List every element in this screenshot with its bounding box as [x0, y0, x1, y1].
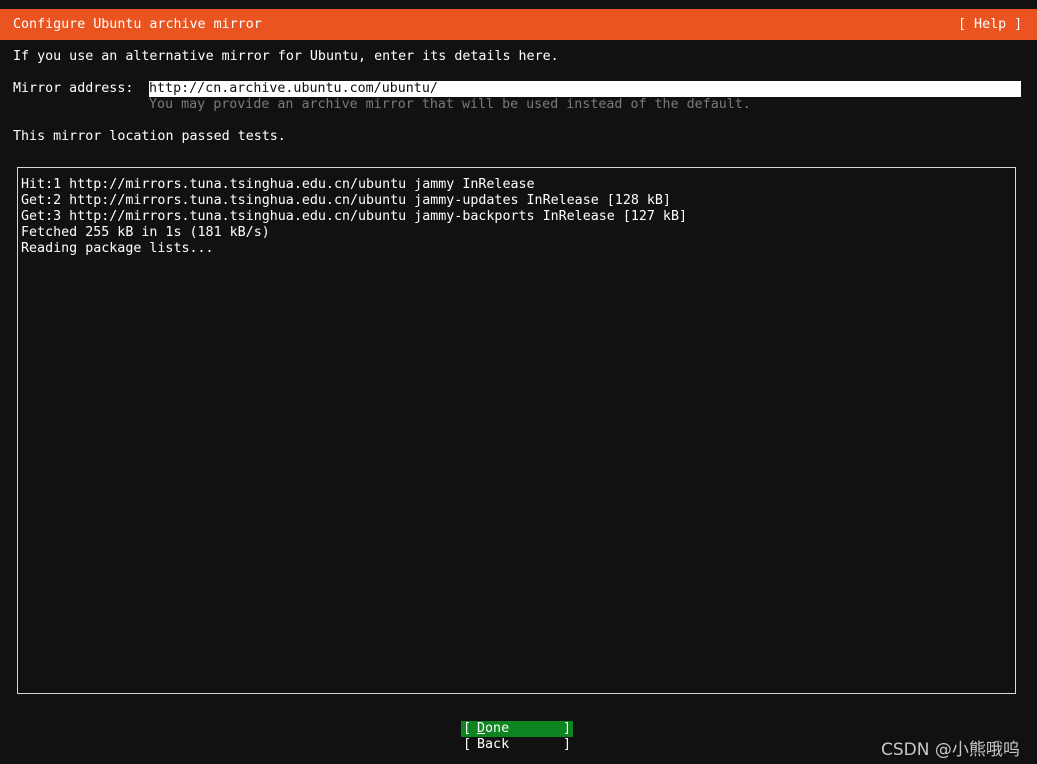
title-bar: Configure Ubuntu archive mirror [ Help ]: [0, 9, 1037, 40]
log-line: Reading package lists...: [21, 241, 214, 256]
top-strip: [0, 0, 1037, 9]
log-line: Fetched 255 kB in 1s (181 kB/s): [21, 225, 270, 240]
mirror-address-input[interactable]: [149, 81, 1021, 97]
help-button[interactable]: [ Help ]: [958, 17, 1022, 33]
back-button[interactable]: [ Back ]: [461, 737, 573, 753]
watermark: CSDN @小熊哦呜: [881, 740, 1020, 760]
done-label-mnemonic: D: [477, 721, 486, 736]
mirror-address-label: Mirror address:: [13, 81, 134, 96]
mirror-address-hint: You may provide an archive mirror that w…: [149, 97, 751, 112]
done-button[interactable]: [ Done ]: [461, 721, 573, 737]
apt-log-lines: Hit:1 http://mirrors.tuna.tsinghua.edu.c…: [21, 177, 687, 257]
done-label-rest: one: [485, 721, 510, 736]
back-open-bracket: [: [463, 737, 472, 752]
done-open-bracket: [: [463, 721, 472, 736]
done-label: Done: [477, 721, 509, 737]
log-line: Get:3 http://mirrors.tuna.tsinghua.edu.c…: [21, 209, 688, 224]
back-label: Back: [477, 737, 510, 752]
log-line: Hit:1 http://mirrors.tuna.tsinghua.edu.c…: [21, 177, 535, 192]
apt-log-panel[interactable]: Hit:1 http://mirrors.tuna.tsinghua.edu.c…: [17, 167, 1016, 694]
intro-text: If you use an alternative mirror for Ubu…: [13, 49, 559, 64]
back-close-bracket: ]: [562, 737, 571, 752]
log-line: Get:2 http://mirrors.tuna.tsinghua.edu.c…: [21, 193, 671, 208]
done-close-bracket: ]: [562, 721, 571, 736]
mirror-status-text: This mirror location passed tests.: [13, 129, 286, 144]
page-title: Configure Ubuntu archive mirror: [13, 17, 262, 32]
